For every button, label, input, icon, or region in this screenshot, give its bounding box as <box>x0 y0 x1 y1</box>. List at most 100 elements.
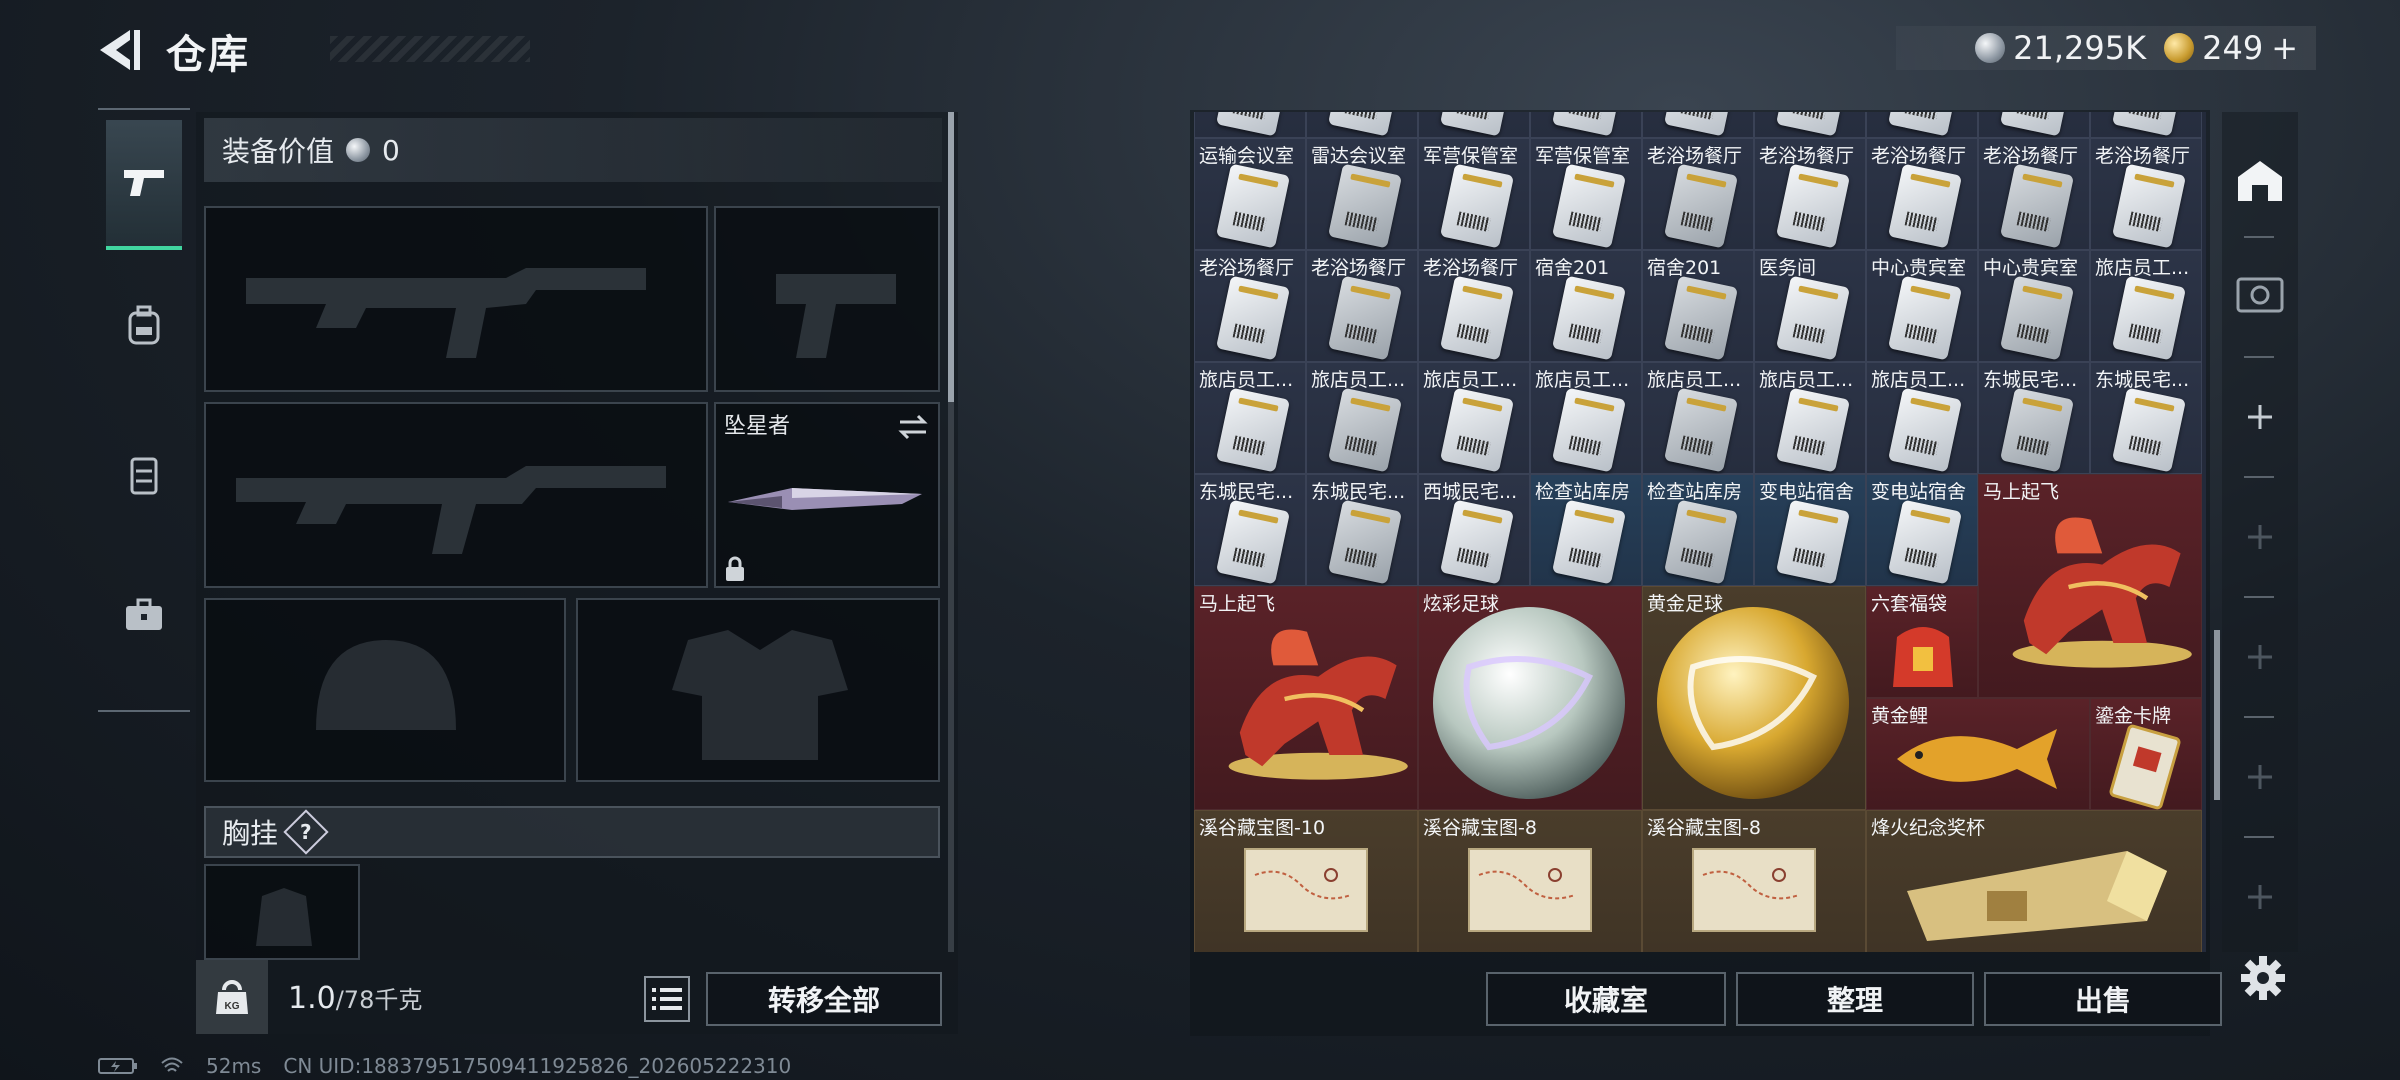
storage-item-keycard[interactable]: 旅店员工... <box>1866 362 1978 474</box>
add-storage-tab-button[interactable] <box>2222 362 2298 472</box>
storage-item-partial[interactable] <box>1642 112 1754 138</box>
add-storage-tab-button-locked[interactable] <box>2222 602 2298 712</box>
nav-backpack[interactable] <box>106 260 182 390</box>
storage-item-horse2[interactable]: 马上起飞 <box>1978 474 2202 698</box>
nav-weapons[interactable] <box>106 120 182 250</box>
storage-item-keycard[interactable]: 检查站库房 <box>1530 474 1642 586</box>
storage-item-goldfish[interactable]: 黄金鲤 <box>1866 698 2090 810</box>
storage-item-partial[interactable] <box>2090 112 2202 138</box>
back-button[interactable] <box>96 26 148 74</box>
gold-coin-icon <box>2164 33 2195 63</box>
storage-scrollbar[interactable] <box>2214 630 2220 800</box>
swap-icon[interactable] <box>896 412 930 442</box>
storage-item-keycard[interactable]: 变电站宿舍 <box>1754 474 1866 586</box>
storage-item-keycard[interactable]: 军营保管室 <box>1530 138 1642 250</box>
storage-item-keycard[interactable]: 老浴场餐厅 <box>2090 138 2202 250</box>
plus-icon <box>2248 885 2272 909</box>
storage-item-ball-color[interactable]: 炫彩足球 <box>1418 586 1642 810</box>
list-view-button[interactable] <box>644 976 690 1022</box>
storage-item-trophy[interactable]: 烽火纪念奖杯 <box>1866 810 2202 952</box>
storage-item-map1[interactable]: 溪谷藏宝图-10 <box>1194 810 1418 952</box>
nav-storage-cases[interactable] <box>2222 240 2298 350</box>
storage-item-partial[interactable] <box>1978 112 2090 138</box>
storage-item-keycard[interactable]: 老浴场餐厅 <box>1418 250 1530 362</box>
storage-item-keycard[interactable]: 老浴场餐厅 <box>1194 250 1306 362</box>
storage-item-partial[interactable] <box>1754 112 1866 138</box>
storage-item-keycard[interactable]: 旅店员工... <box>1530 362 1642 474</box>
storage-item-keycard[interactable]: 检查站库房 <box>1642 474 1754 586</box>
add-storage-tab-button-locked[interactable] <box>2222 482 2298 592</box>
storage-item-keycard[interactable]: 旅店员工... <box>2090 250 2202 362</box>
currency-silver[interactable]: 21,295K <box>1975 29 2146 67</box>
storage-item-label: 旅店员工... <box>1871 369 1966 391</box>
equipment-category-nav <box>98 108 190 712</box>
storage-item-keycard[interactable]: 旅店员工... <box>1642 362 1754 474</box>
storage-item-lucky-bag[interactable]: 六套福袋 <box>1866 586 1978 698</box>
storage-item-partial[interactable] <box>1194 112 1306 138</box>
organize-button[interactable]: 整理 <box>1736 972 1974 1026</box>
nav-vest[interactable] <box>106 410 182 540</box>
sell-button[interactable]: 出售 <box>1984 972 2222 1026</box>
trophy-icon <box>1907 851 2167 941</box>
storage-item-keycard[interactable]: 中心贵宾室 <box>1866 250 1978 362</box>
keycard-icon <box>1215 387 1291 473</box>
storage-item-horse1[interactable]: 马上起飞 <box>1194 586 1418 810</box>
keycard-icon <box>2111 275 2187 361</box>
storage-item-keycard[interactable]: 运输会议室 <box>1194 138 1306 250</box>
storage-item-keycard[interactable]: 东城民宅... <box>1978 362 2090 474</box>
storage-item-keycard[interactable]: 变电站宿舍 <box>1866 474 1978 586</box>
melee-slot[interactable]: 坠星者 <box>714 402 940 588</box>
pistol-slot[interactable] <box>714 206 940 392</box>
storage-item-label: 东城民宅... <box>1199 481 1294 503</box>
storage-item-keycard[interactable]: 老浴场餐厅 <box>1754 138 1866 250</box>
add-storage-tab-button-locked[interactable] <box>2222 842 2298 952</box>
storage-item-map3[interactable]: 溪谷藏宝图-8 <box>1642 810 1866 952</box>
add-gold-button[interactable]: + <box>2271 29 2298 67</box>
collection-room-button[interactable]: 收藏室 <box>1486 972 1726 1026</box>
storage-item-partial[interactable] <box>1418 112 1530 138</box>
storage-item-partial[interactable] <box>1530 112 1642 138</box>
transfer-all-button[interactable]: 转移全部 <box>706 972 942 1026</box>
primary-weapon-slot[interactable] <box>204 206 708 392</box>
storage-item-map2[interactable]: 溪谷藏宝图-8 <box>1418 810 1642 952</box>
storage-item-label: 老浴场餐厅 <box>1647 145 1743 167</box>
storage-item-keycard[interactable]: 东城民宅... <box>1194 474 1306 586</box>
armor-slot[interactable] <box>576 598 940 782</box>
storage-item-keycard[interactable]: 医务间 <box>1754 250 1866 362</box>
backpack-icon <box>128 305 160 345</box>
equipment-scroll-thumb[interactable] <box>948 112 954 402</box>
chest-rig-slot[interactable] <box>204 864 360 960</box>
storage-item-label: 运输会议室 <box>1199 145 1295 167</box>
storage-item-keycard[interactable]: 宿舍201 <box>1530 250 1642 362</box>
storage-item-keycard[interactable]: 旅店员工... <box>1754 362 1866 474</box>
storage-item-keycard[interactable]: 老浴场餐厅 <box>1642 138 1754 250</box>
storage-item-keycard[interactable]: 老浴场餐厅 <box>1306 250 1418 362</box>
storage-item-keycard[interactable]: 老浴场餐厅 <box>1866 138 1978 250</box>
storage-item-keycard[interactable]: 军营保管室 <box>1418 138 1530 250</box>
add-storage-tab-button-locked[interactable] <box>2222 722 2298 832</box>
settings-button[interactable] <box>2240 955 2286 1001</box>
storage-item-keycard[interactable]: 东城民宅... <box>2090 362 2202 474</box>
storage-item-keycard[interactable]: 旅店员工... <box>1418 362 1530 474</box>
equipment-value-header: 装备价值 0 <box>204 118 942 182</box>
help-icon[interactable]: ? <box>283 809 329 855</box>
helmet-slot[interactable] <box>204 598 566 782</box>
storage-item-keycard[interactable]: 西城民宅... <box>1418 474 1530 586</box>
storage-item-keycard[interactable]: 东城民宅... <box>1306 474 1418 586</box>
secondary-weapon-slot[interactable] <box>204 402 708 588</box>
storage-item-keycard[interactable]: 旅店员工... <box>1306 362 1418 474</box>
storage-item-partial[interactable] <box>1306 112 1418 138</box>
nav-case[interactable] <box>106 550 182 680</box>
storage-item-gold-card[interactable]: 鎏金卡牌 <box>2090 698 2202 810</box>
storage-item-keycard[interactable]: 老浴场餐厅 <box>1978 138 2090 250</box>
vest-icon <box>130 457 158 495</box>
storage-item-partial[interactable] <box>1866 112 1978 138</box>
storage-item-keycard[interactable]: 雷达会议室 <box>1306 138 1418 250</box>
storage-item-keycard[interactable]: 中心贵宾室 <box>1978 250 2090 362</box>
nav-storage-home[interactable] <box>2222 126 2298 236</box>
currency-gold[interactable]: 249 + <box>2164 29 2298 67</box>
storage-item-keycard[interactable]: 旅店员工... <box>1194 362 1306 474</box>
storage-item-keycard[interactable]: 宿舍201 <box>1642 250 1754 362</box>
keycard-icon <box>1215 163 1291 249</box>
storage-item-ball-gold[interactable]: 黄金足球 <box>1642 586 1866 810</box>
